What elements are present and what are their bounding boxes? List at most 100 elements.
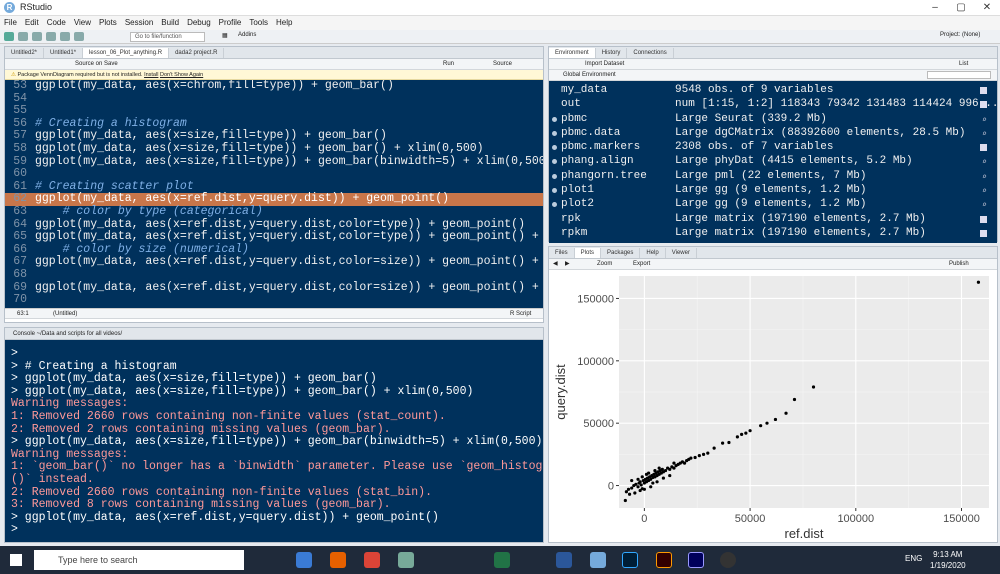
environment-row[interactable]: rpk Large matrix (197190 elements, 2.7 Mb…	[549, 212, 997, 226]
expand-dot-icon[interactable]	[552, 202, 557, 208]
run-button[interactable]: Run	[443, 59, 454, 69]
tab-packages[interactable]: Packages	[601, 248, 641, 258]
menu-view[interactable]: View	[70, 16, 95, 30]
addins-menu[interactable]: Addins	[238, 32, 256, 38]
publish-button[interactable]: Publish	[949, 259, 969, 269]
environment-row[interactable]: plot2 Large gg (9 elements, 1.2 Mb) ⌕	[549, 197, 997, 211]
code-line[interactable]: 67 ggplot(my_data, aes(x=ref.dist,y=query…	[5, 256, 543, 269]
maximize-icon[interactable]: ▢	[948, 0, 974, 16]
environment-row[interactable]: pbmc Large Seurat (339.2 Mb) ⌕	[549, 112, 997, 126]
new-project-icon[interactable]	[18, 32, 28, 41]
system-clock[interactable]: 9:13 AM 1/19/2020	[930, 549, 966, 571]
forward-arrow-icon[interactable]: ▶	[565, 259, 570, 269]
global-environment-select[interactable]: Global Environment	[563, 70, 616, 80]
table-view-icon[interactable]	[980, 229, 987, 237]
menu-build[interactable]: Build	[157, 16, 183, 30]
menu-session[interactable]: Session	[121, 16, 157, 30]
menu-debug[interactable]: Debug	[183, 16, 215, 30]
new-file-icon[interactable]	[4, 32, 14, 41]
expand-dot-icon[interactable]	[552, 116, 557, 122]
environment-row[interactable]: phang.align Large phyDat (4415 elements, …	[549, 154, 997, 168]
table-view-icon[interactable]	[980, 144, 987, 152]
print-icon[interactable]	[74, 32, 84, 41]
photoshop-icon[interactable]	[622, 552, 638, 568]
environment-row[interactable]: my_data 9548 obs. of 9 variables	[549, 83, 997, 97]
language-indicator[interactable]: ENG	[905, 554, 922, 563]
table-view-icon[interactable]	[980, 215, 987, 223]
file-type-indicator[interactable]: R Script	[510, 309, 531, 318]
tab-lesson-06[interactable]: lesson_06_Plot_anything.R	[83, 48, 170, 58]
tab-files[interactable]: Files	[549, 248, 575, 258]
environment-row[interactable]: pbmc.markers 2308 obs. of 7 variables	[549, 140, 997, 154]
expand-dot-icon[interactable]	[552, 188, 557, 194]
list-view-select[interactable]: List	[959, 59, 968, 69]
expand-dot-icon[interactable]	[552, 159, 557, 165]
tab-untitled1[interactable]: Untitled1*	[44, 48, 84, 58]
word-icon[interactable]	[556, 552, 572, 568]
code-line[interactable]: 54	[5, 92, 543, 106]
taskbar-search-input[interactable]: Type here to search	[34, 550, 244, 570]
grid-icon[interactable]: ▦	[222, 32, 228, 39]
code-line[interactable]: 59 ggplot(my_data, aes(x=size,fill=type))…	[5, 155, 543, 169]
premiere-icon[interactable]	[688, 552, 704, 568]
data-point	[701, 452, 706, 456]
tab-dada2-project[interactable]: dada2 project.R	[169, 48, 225, 58]
table-view-icon[interactable]	[980, 87, 987, 94]
goto-file-input[interactable]: Go to file/function	[130, 32, 205, 42]
dont-show-link[interactable]: Don't Show Again	[160, 72, 203, 78]
tab-help[interactable]: Help	[640, 248, 666, 258]
close-icon[interactable]: ✕	[974, 0, 1000, 16]
menu-help[interactable]: Help	[272, 16, 296, 30]
store-icon[interactable]	[398, 552, 414, 568]
tab-viewer[interactable]: Viewer	[666, 248, 697, 258]
excel-icon[interactable]	[494, 552, 510, 568]
import-dataset-button[interactable]: Import Dataset	[585, 59, 624, 69]
code-line[interactable]: 69 ggplot(my_data, aes(x=ref.dist,y=query…	[5, 281, 543, 295]
data-point	[689, 456, 693, 460]
menu-code[interactable]: Code	[43, 16, 70, 30]
export-button[interactable]: Export	[633, 259, 650, 269]
windows-start-icon[interactable]	[10, 554, 22, 566]
back-arrow-icon[interactable]: ◀	[553, 259, 558, 269]
expand-dot-icon[interactable]	[552, 145, 557, 151]
environment-row[interactable]: rpkm Large matrix (197190 elements, 2.7 M…	[549, 226, 997, 240]
source-button[interactable]: Source	[493, 59, 512, 69]
open-file-icon[interactable]	[32, 32, 42, 41]
menu-profile[interactable]: Profile	[215, 16, 246, 30]
table-view-icon[interactable]	[980, 101, 987, 109]
menu-file[interactable]: File	[0, 16, 21, 30]
minimize-icon[interactable]: –	[922, 0, 948, 16]
menu-plots[interactable]: Plots	[95, 16, 121, 30]
tab-untitled2[interactable]: Untitled2*	[5, 48, 45, 58]
edge-icon[interactable]	[296, 552, 312, 568]
code-line[interactable]: 70	[5, 293, 543, 307]
tab-environment[interactable]: Environment	[549, 48, 596, 58]
project-menu[interactable]: Project: (None)	[940, 32, 980, 38]
save-all-icon[interactable]	[60, 32, 70, 41]
code-area[interactable]: 53 ggplot(my_data, aes(x=chrom,fill=type)…	[5, 80, 543, 308]
environment-row[interactable]: plot1 Large gg (9 elements, 1.2 Mb) ⌕	[549, 183, 997, 197]
clock-app-icon[interactable]	[720, 552, 736, 568]
menu-tools[interactable]: Tools	[245, 16, 272, 30]
console-output[interactable]: > > # Creating a histogram > ggplot(my_dat…	[5, 340, 543, 542]
rstudio-taskbar-icon[interactable]	[590, 552, 606, 568]
source-on-save-checkbox[interactable]: Source on Save	[75, 59, 118, 69]
environment-search-input[interactable]	[927, 71, 991, 79]
environment-row[interactable]: out num [1:15, 1:2] 118343 79342 131483 1…	[549, 97, 997, 111]
tab-plots[interactable]: Plots	[574, 248, 602, 258]
tab-connections[interactable]: Connections	[627, 48, 674, 58]
scope-indicator[interactable]: (Untitled)	[53, 309, 77, 318]
firefox-icon[interactable]	[330, 552, 346, 568]
tab-history[interactable]: History	[596, 48, 628, 58]
chrome-icon[interactable]	[364, 552, 380, 568]
save-icon[interactable]	[46, 32, 56, 41]
expand-dot-icon[interactable]	[552, 130, 557, 136]
code-line[interactable]: 53 ggplot(my_data, aes(x=chrom,fill=type)…	[5, 80, 543, 93]
menu-edit[interactable]: Edit	[21, 16, 43, 30]
illustrator-icon[interactable]	[656, 552, 672, 568]
expand-dot-icon[interactable]	[552, 173, 557, 179]
zoom-button[interactable]: Zoom	[597, 259, 612, 269]
install-link[interactable]: Install	[144, 72, 158, 78]
environment-row[interactable]: pbmc.data Large dgCMatrix (88392600 eleme…	[549, 126, 997, 140]
environment-row[interactable]: phangorn.tree Large pml (22 elements, 7 M…	[549, 169, 997, 183]
